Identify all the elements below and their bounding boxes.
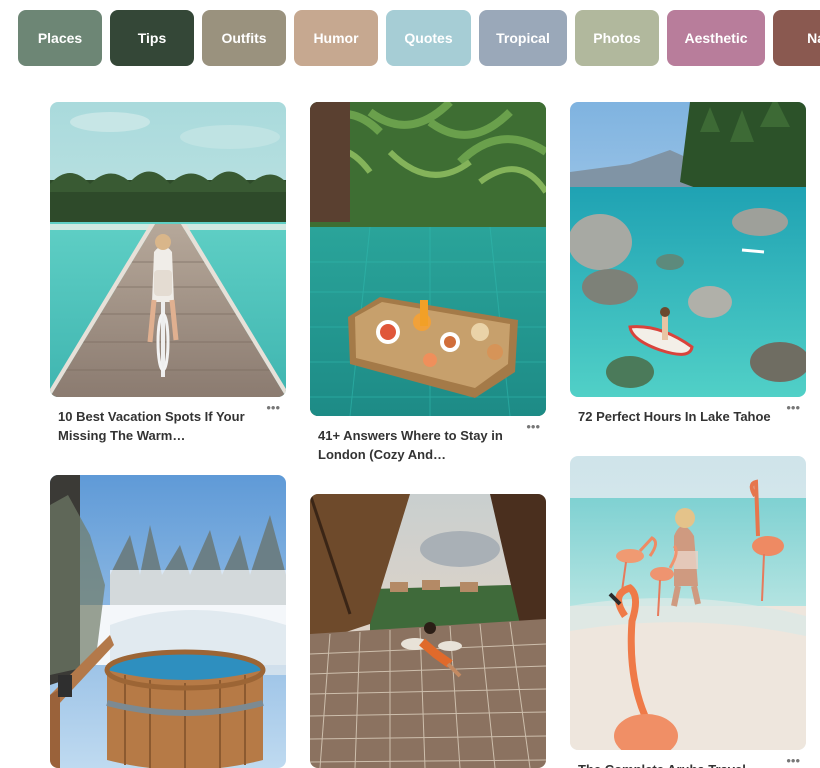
pin-feed-page: Places Tips Outfits Humor Quotes Tropica… xyxy=(0,0,820,768)
chip-label: Aesthetic xyxy=(684,30,748,46)
chip-aesthetic[interactable]: Aesthetic xyxy=(667,10,765,66)
lake-tahoe-paddleboard-photo xyxy=(570,102,806,397)
chip-tips[interactable]: Tips xyxy=(110,10,194,66)
pin-card[interactable]: 72 Perfect Hours In Lake Tahoe ••• xyxy=(570,102,806,426)
pin-card[interactable] xyxy=(50,475,286,768)
pin-image[interactable] xyxy=(310,494,546,768)
pin-image[interactable] xyxy=(310,102,546,416)
pin-card[interactable]: 41+ Answers Where to Stay in London (Coz… xyxy=(310,102,546,464)
chip-photos[interactable]: Photos xyxy=(575,10,659,66)
more-options-button[interactable]: ••• xyxy=(526,420,540,433)
chip-quotes[interactable]: Quotes xyxy=(386,10,471,66)
more-options-button[interactable]: ••• xyxy=(786,401,800,414)
pin-meta: 72 Perfect Hours In Lake Tahoe ••• xyxy=(570,397,806,426)
pin-title[interactable]: 72 Perfect Hours In Lake Tahoe xyxy=(578,407,780,426)
pin-meta: The Complete Aruba Travel ••• xyxy=(570,750,806,768)
pin-title[interactable]: The Complete Aruba Travel xyxy=(578,760,780,768)
pin-card[interactable]: The Complete Aruba Travel ••• xyxy=(570,456,806,768)
pin-meta: 10 Best Vacation Spots If Your Missing T… xyxy=(50,397,286,445)
chip-label: Quotes xyxy=(404,30,453,46)
pin-image[interactable] xyxy=(50,475,286,768)
chip-label: Places xyxy=(37,30,83,46)
chip-humor[interactable]: Humor xyxy=(294,10,378,66)
pin-title[interactable]: 10 Best Vacation Spots If Your Missing T… xyxy=(58,407,260,445)
chip-outfits[interactable]: Outfits xyxy=(202,10,286,66)
chip-label: Photos xyxy=(593,30,641,46)
chip-label: Tips xyxy=(137,30,167,46)
more-options-button[interactable]: ••• xyxy=(786,754,800,767)
floating-breakfast-pool-photo xyxy=(310,102,546,416)
chip-tropical[interactable]: Tropical xyxy=(479,10,567,66)
pin-image[interactable] xyxy=(570,102,806,397)
jungle-net-hammock-photo xyxy=(310,494,546,768)
pin-image[interactable] xyxy=(50,102,286,397)
pin-card[interactable] xyxy=(310,494,546,768)
flamingo-beach-photo xyxy=(570,456,806,750)
pin-meta: 41+ Answers Where to Stay in London (Coz… xyxy=(310,416,546,464)
boardwalk-bike-photo xyxy=(50,102,286,397)
more-options-button[interactable]: ••• xyxy=(266,401,280,414)
chip-nails[interactable]: Nai xyxy=(773,10,820,66)
chip-label: Humor xyxy=(313,30,359,46)
category-chip-bar: Places Tips Outfits Humor Quotes Tropica… xyxy=(18,10,820,66)
chip-places[interactable]: Places xyxy=(18,10,102,66)
chip-label: Nai xyxy=(807,30,820,46)
snowy-hot-tub-photo xyxy=(50,475,286,768)
pin-image[interactable] xyxy=(570,456,806,750)
pin-card[interactable]: 10 Best Vacation Spots If Your Missing T… xyxy=(50,102,286,445)
pin-title[interactable]: 41+ Answers Where to Stay in London (Coz… xyxy=(318,426,520,464)
chip-label: Tropical xyxy=(496,30,550,46)
chip-label: Outfits xyxy=(221,30,267,46)
